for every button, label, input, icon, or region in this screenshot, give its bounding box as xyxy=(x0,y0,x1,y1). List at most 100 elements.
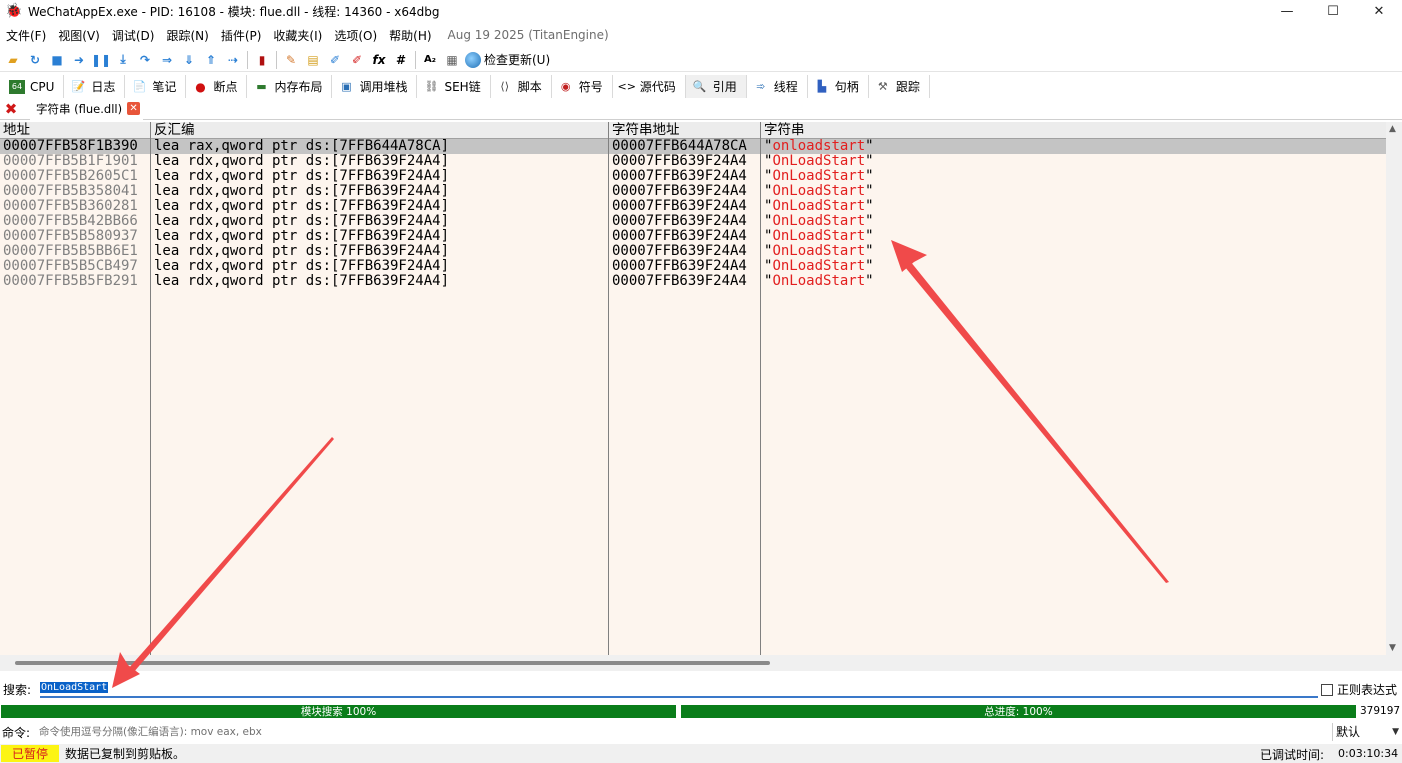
vertical-scrollbar[interactable]: ▲ ▼ xyxy=(1386,122,1402,655)
menu-view[interactable]: 视图(V) xyxy=(52,27,106,44)
table-row[interactable]: 00007FFB639F24A4 xyxy=(609,274,760,289)
disassembly-header[interactable]: 反汇编 xyxy=(151,122,608,139)
table-row[interactable]: 00007FFB639F24A4 xyxy=(609,169,760,184)
regex-checkbox[interactable]: 正则表达式 xyxy=(1321,681,1397,698)
table-row[interactable]: 00007FFB639F24A4 xyxy=(609,154,760,169)
run-icon[interactable]: ➜ xyxy=(68,49,90,71)
menu-debug[interactable]: 调试(D) xyxy=(106,27,161,44)
table-row[interactable]: 00007FFB5B580937 xyxy=(0,229,150,244)
scroll-down-icon[interactable]: ▼ xyxy=(1389,643,1396,653)
menu-favourites[interactable]: 收藏夹(I) xyxy=(267,27,328,44)
table-row[interactable]: "OnLoadStart" xyxy=(761,244,1386,259)
stop-icon[interactable]: ■ xyxy=(46,49,68,71)
table-row[interactable]: lea rdx,qword ptr ds:[7FFB639F24A4] xyxy=(151,229,608,244)
close-all-icon[interactable]: ✖ xyxy=(0,98,22,120)
patch-icon[interactable]: ✎ xyxy=(280,49,302,71)
table-row[interactable]: "OnLoadStart" xyxy=(761,169,1386,184)
table-row[interactable]: "OnLoadStart" xyxy=(761,274,1386,289)
tab-symbols[interactable]: ◉ 符号 xyxy=(551,75,613,98)
scroll-up-icon[interactable]: ▲ xyxy=(1389,124,1396,134)
step-over-icon[interactable]: ↷ xyxy=(134,49,156,71)
table-row[interactable]: 00007FFB58F1B390 xyxy=(0,139,150,154)
tab-handles[interactable]: ▙ 句柄 xyxy=(807,75,869,98)
tab-strings-flue[interactable]: 字符串 (flue.dll) ✕ xyxy=(30,97,144,120)
menu-help[interactable]: 帮助(H) xyxy=(383,27,437,44)
close-tab-icon[interactable]: ✕ xyxy=(127,102,141,115)
table-row[interactable]: 00007FFB5B1F1901 xyxy=(0,154,150,169)
menu-trace[interactable]: 跟踪(N) xyxy=(160,27,214,44)
table-row[interactable]: 00007FFB639F24A4 xyxy=(609,244,760,259)
minimize-button[interactable]: — xyxy=(1264,0,1310,22)
checkbox-box[interactable] xyxy=(1321,683,1333,696)
table-row[interactable]: lea rdx,qword ptr ds:[7FFB639F24A4] xyxy=(151,259,608,274)
tab-call-stack[interactable]: ▣ 调用堆栈 xyxy=(332,75,418,98)
table-row[interactable]: "OnLoadStart" xyxy=(761,259,1386,274)
menu-file[interactable]: 文件(F) xyxy=(0,27,52,44)
table-row[interactable]: 00007FFB639F24A4 xyxy=(609,199,760,214)
tab-script[interactable]: ⟨⟩ 脚本 xyxy=(490,75,552,98)
table-row[interactable]: 00007FFB644A78CA xyxy=(609,139,760,154)
string-address-header[interactable]: 字符串地址 xyxy=(609,122,760,139)
table-row[interactable]: lea rax,qword ptr ds:[7FFB644A78CA] xyxy=(151,139,608,154)
tab-cpu[interactable]: 64 CPU xyxy=(3,75,65,98)
execute-till-return-icon[interactable]: ⇑ xyxy=(200,49,222,71)
table-row[interactable]: lea rdx,qword ptr ds:[7FFB639F24A4] xyxy=(151,154,608,169)
tab-source[interactable]: <> 源代码 xyxy=(612,75,686,98)
calculator-icon[interactable]: ▦ xyxy=(441,49,463,71)
table-row[interactable]: "OnLoadStart" xyxy=(761,154,1386,169)
run-to-user-code-icon[interactable]: ⇢ xyxy=(222,49,244,71)
table-row[interactable]: "OnLoadStart" xyxy=(761,214,1386,229)
scylla-icon[interactable]: ▮ xyxy=(251,49,273,71)
tab-log[interactable]: 📝 日志 xyxy=(64,75,126,98)
menu-plugins[interactable]: 插件(P) xyxy=(215,27,268,44)
scrollbar-thumb[interactable] xyxy=(15,661,770,665)
table-row[interactable]: "OnLoadStart" xyxy=(761,229,1386,244)
address-header[interactable]: 地址 xyxy=(0,122,150,139)
table-row[interactable]: 00007FFB5B2605C1 xyxy=(0,169,150,184)
table-row[interactable]: lea rdx,qword ptr ds:[7FFB639F24A4] xyxy=(151,169,608,184)
trace-into-icon[interactable]: ⇒ xyxy=(156,49,178,71)
table-row[interactable]: lea rdx,qword ptr ds:[7FFB639F24A4] xyxy=(151,274,608,289)
comments-icon[interactable]: ▤ xyxy=(302,49,324,71)
table-row[interactable]: 00007FFB639F24A4 xyxy=(609,229,760,244)
command-mode-select[interactable]: 默认 ▼ xyxy=(1332,723,1402,741)
table-row[interactable]: lea rdx,qword ptr ds:[7FFB639F24A4] xyxy=(151,184,608,199)
tab-threads[interactable]: ➾ 线程 xyxy=(746,75,808,98)
table-row[interactable]: lea rdx,qword ptr ds:[7FFB639F24A4] xyxy=(151,214,608,229)
open-icon[interactable]: ▰ xyxy=(2,49,24,71)
tab-seh-chain[interactable]: ⛓ SEH链 xyxy=(417,75,491,98)
close-button[interactable]: ✕ xyxy=(1356,0,1402,22)
table-row[interactable]: 00007FFB5B42BB66 xyxy=(0,214,150,229)
tab-references[interactable]: 🔍 引用 xyxy=(685,75,747,98)
hash-icon[interactable]: # xyxy=(390,49,412,71)
tab-trace[interactable]: ⚒ 跟踪 xyxy=(868,75,930,98)
command-input[interactable]: 命令使用逗号分隔(像汇编语言): mov eax, ebx xyxy=(36,723,1330,741)
trace-over-icon[interactable]: ⇓ xyxy=(178,49,200,71)
table-row[interactable]: "OnLoadStart" xyxy=(761,199,1386,214)
table-row[interactable]: 00007FFB639F24A4 xyxy=(609,184,760,199)
step-into-icon[interactable]: ⤓ xyxy=(112,49,134,71)
functions-icon[interactable]: fx xyxy=(368,49,390,71)
table-row[interactable]: 00007FFB5B360281 xyxy=(0,199,150,214)
string-header[interactable]: 字符串 xyxy=(761,122,1386,139)
table-row[interactable]: lea rdx,qword ptr ds:[7FFB639F24A4] xyxy=(151,244,608,259)
labels-icon[interactable]: ✐ xyxy=(324,49,346,71)
table-row[interactable]: "OnLoadStart" xyxy=(761,184,1386,199)
search-input[interactable]: OnLoadStart xyxy=(40,680,1318,698)
maximize-button[interactable]: ☐ xyxy=(1310,0,1356,22)
horizontal-scrollbar[interactable] xyxy=(0,655,1402,671)
table-row[interactable]: 00007FFB5B358041 xyxy=(0,184,150,199)
table-row[interactable]: 00007FFB5B5CB497 xyxy=(0,259,150,274)
tab-breakpoints[interactable]: ● 断点 xyxy=(186,75,248,98)
restart-icon[interactable]: ↻ xyxy=(24,49,46,71)
font-icon[interactable]: A₂ xyxy=(419,49,441,71)
table-row[interactable]: 00007FFB5B5FB291 xyxy=(0,274,150,289)
tab-notes[interactable]: 📄 笔记 xyxy=(125,75,187,98)
table-row[interactable]: 00007FFB639F24A4 xyxy=(609,259,760,274)
tab-memory-map[interactable]: ▬ 内存布局 xyxy=(247,75,333,98)
table-row[interactable]: 00007FFB639F24A4 xyxy=(609,214,760,229)
pause-icon[interactable]: ❚❚ xyxy=(90,49,112,71)
check-update-button[interactable]: 检查更新(U) xyxy=(465,51,550,68)
bookmarks-icon[interactable]: ✐ xyxy=(346,49,368,71)
menu-options[interactable]: 选项(O) xyxy=(328,27,383,44)
